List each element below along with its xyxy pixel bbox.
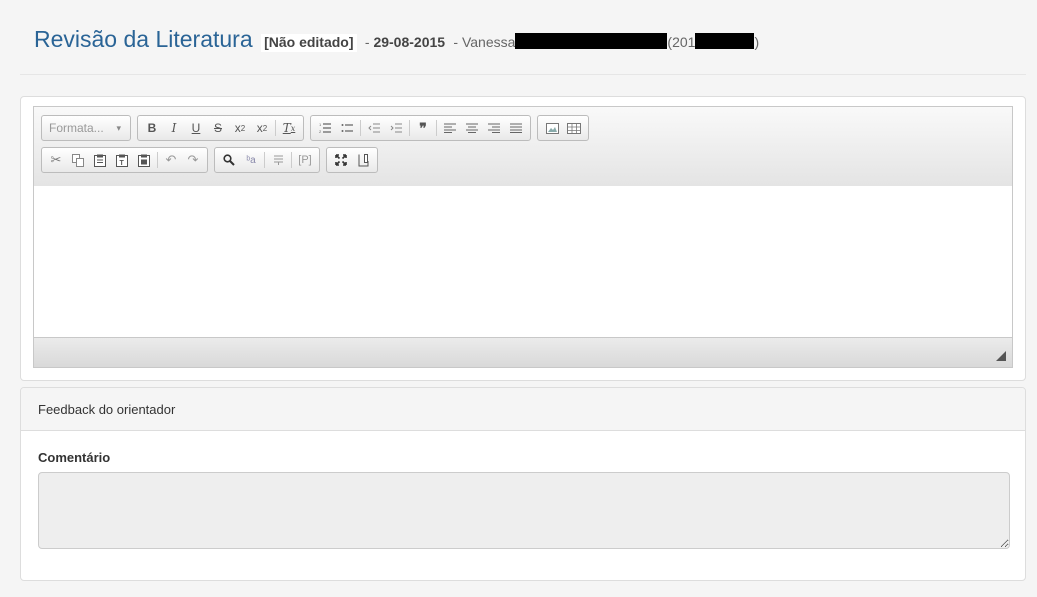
toolbar-separator xyxy=(291,152,292,168)
bulleted-list-icon[interactable] xyxy=(336,117,358,139)
replace-icon[interactable]: ᵇa xyxy=(240,149,262,171)
strikethrough-icon[interactable]: S xyxy=(207,117,229,139)
toolbar-separator xyxy=(275,120,276,136)
numbered-list-icon[interactable]: 12 xyxy=(314,117,336,139)
basic-styles-group: B I U S x2 x2 Tx xyxy=(137,115,304,141)
date-text: 29-08-2015 xyxy=(373,34,446,50)
id-close: ) xyxy=(754,34,760,50)
toolbar-separator xyxy=(264,152,265,168)
align-left-icon[interactable] xyxy=(439,117,461,139)
toolbar-separator xyxy=(157,152,158,168)
svg-text:T: T xyxy=(120,160,125,167)
justify-svg xyxy=(510,123,522,133)
feedback-panel: Feedback do orientador Comentário xyxy=(20,387,1026,581)
format-dropdown[interactable]: Formata... ▾ xyxy=(43,117,127,139)
bold-icon[interactable]: B xyxy=(141,117,163,139)
paste-text-svg: T xyxy=(116,154,128,167)
justify-icon[interactable] xyxy=(505,117,527,139)
svg-text:2: 2 xyxy=(319,129,322,134)
editor-statusbar xyxy=(34,337,1012,367)
toolbar-separator xyxy=(436,120,437,136)
paragraph-group: 12 ❞ xyxy=(310,115,531,141)
redaction-bar xyxy=(695,33,755,49)
increase-indent-svg xyxy=(390,123,402,133)
paste-word-svg xyxy=(138,154,150,167)
image-svg xyxy=(545,122,559,134)
blockquote-icon[interactable]: ❞ xyxy=(412,117,434,139)
format-dropdown-label: Formata... xyxy=(49,121,104,135)
format-group: Formata... ▾ xyxy=(41,115,131,141)
cut-icon[interactable]: ✂ xyxy=(45,149,67,171)
clipboard-group: ✂ T ↶ ↷ xyxy=(41,147,208,173)
align-right-icon[interactable] xyxy=(483,117,505,139)
toolbar-row-1: Formata... ▾ B I U S x2 x2 Tx 12 ❞ xyxy=(41,115,595,141)
undo-icon[interactable]: ↶ xyxy=(160,149,182,171)
align-center-svg xyxy=(466,123,478,133)
header-divider xyxy=(20,74,1026,75)
page-header: Revisão da Literatura [Não editado] - 29… xyxy=(34,26,1024,60)
comment-label: Comentário xyxy=(38,450,111,465)
align-right-svg xyxy=(488,123,500,133)
editor-content-area[interactable] xyxy=(34,186,1012,338)
align-left-svg xyxy=(444,123,456,133)
svg-text:1: 1 xyxy=(319,122,322,127)
decrease-indent-icon[interactable] xyxy=(363,117,385,139)
table-svg xyxy=(567,122,581,134)
author-name: Vanessa xyxy=(461,34,516,50)
maximize-icon[interactable] xyxy=(330,149,352,171)
comment-textarea[interactable] xyxy=(38,472,1010,549)
status-badge: [Não editado] xyxy=(261,34,357,52)
decrease-indent-svg xyxy=(368,123,380,133)
chevron-down-icon: ▾ xyxy=(116,122,121,133)
maximize-svg xyxy=(335,154,347,166)
toolbar-row-2: ✂ T ↶ ↷ ᵇa [P] xyxy=(41,147,384,173)
numbered-list-svg: 12 xyxy=(319,122,331,134)
feedback-panel-heading: Feedback do orientador xyxy=(21,388,1025,431)
find-icon[interactable] xyxy=(218,149,240,171)
status-tag: [Não editado] xyxy=(264,34,354,50)
tools-group xyxy=(326,147,378,173)
paste-text-icon[interactable]: T xyxy=(111,149,133,171)
toolbar-separator xyxy=(409,120,410,136)
subscript-icon[interactable]: x2 xyxy=(229,117,251,139)
paste-svg xyxy=(94,154,106,167)
editor-toolbar: Formata... ▾ B I U S x2 x2 Tx 12 ❞ ✂ T ↶… xyxy=(34,107,1012,187)
editor-panel: Formata... ▾ B I U S x2 x2 Tx 12 ❞ ✂ T ↶… xyxy=(20,96,1026,381)
show-blocks-icon[interactable] xyxy=(267,149,289,171)
paste-word-icon[interactable] xyxy=(133,149,155,171)
source-icon[interactable] xyxy=(352,149,374,171)
paste-icon[interactable] xyxy=(89,149,111,171)
find-svg xyxy=(223,154,235,166)
paragraph-icon[interactable]: [P] xyxy=(294,149,316,171)
underline-icon[interactable]: U xyxy=(185,117,207,139)
table-icon[interactable] xyxy=(563,117,585,139)
resize-handle-icon[interactable] xyxy=(996,351,1006,361)
page-title: Revisão da Literatura xyxy=(34,26,253,52)
bulleted-list-svg xyxy=(341,124,353,132)
insert-group xyxy=(537,115,589,141)
remove-format-icon[interactable]: Tx xyxy=(278,117,300,139)
copy-icon[interactable] xyxy=(67,149,89,171)
id-open: (201 xyxy=(667,34,696,50)
align-center-icon[interactable] xyxy=(461,117,483,139)
italic-icon[interactable]: I xyxy=(163,117,185,139)
show-blocks-svg xyxy=(273,155,283,165)
editing-group: ᵇa [P] xyxy=(214,147,320,173)
toolbar-separator xyxy=(360,120,361,136)
superscript-icon[interactable]: x2 xyxy=(251,117,273,139)
image-icon[interactable] xyxy=(541,117,563,139)
source-svg xyxy=(358,153,368,166)
redo-icon[interactable]: ↷ xyxy=(182,149,204,171)
redaction-bar xyxy=(515,33,668,49)
increase-indent-icon[interactable] xyxy=(385,117,407,139)
rich-text-editor: Formata... ▾ B I U S x2 x2 Tx 12 ❞ ✂ T ↶… xyxy=(33,106,1013,368)
copy-svg xyxy=(72,153,84,167)
